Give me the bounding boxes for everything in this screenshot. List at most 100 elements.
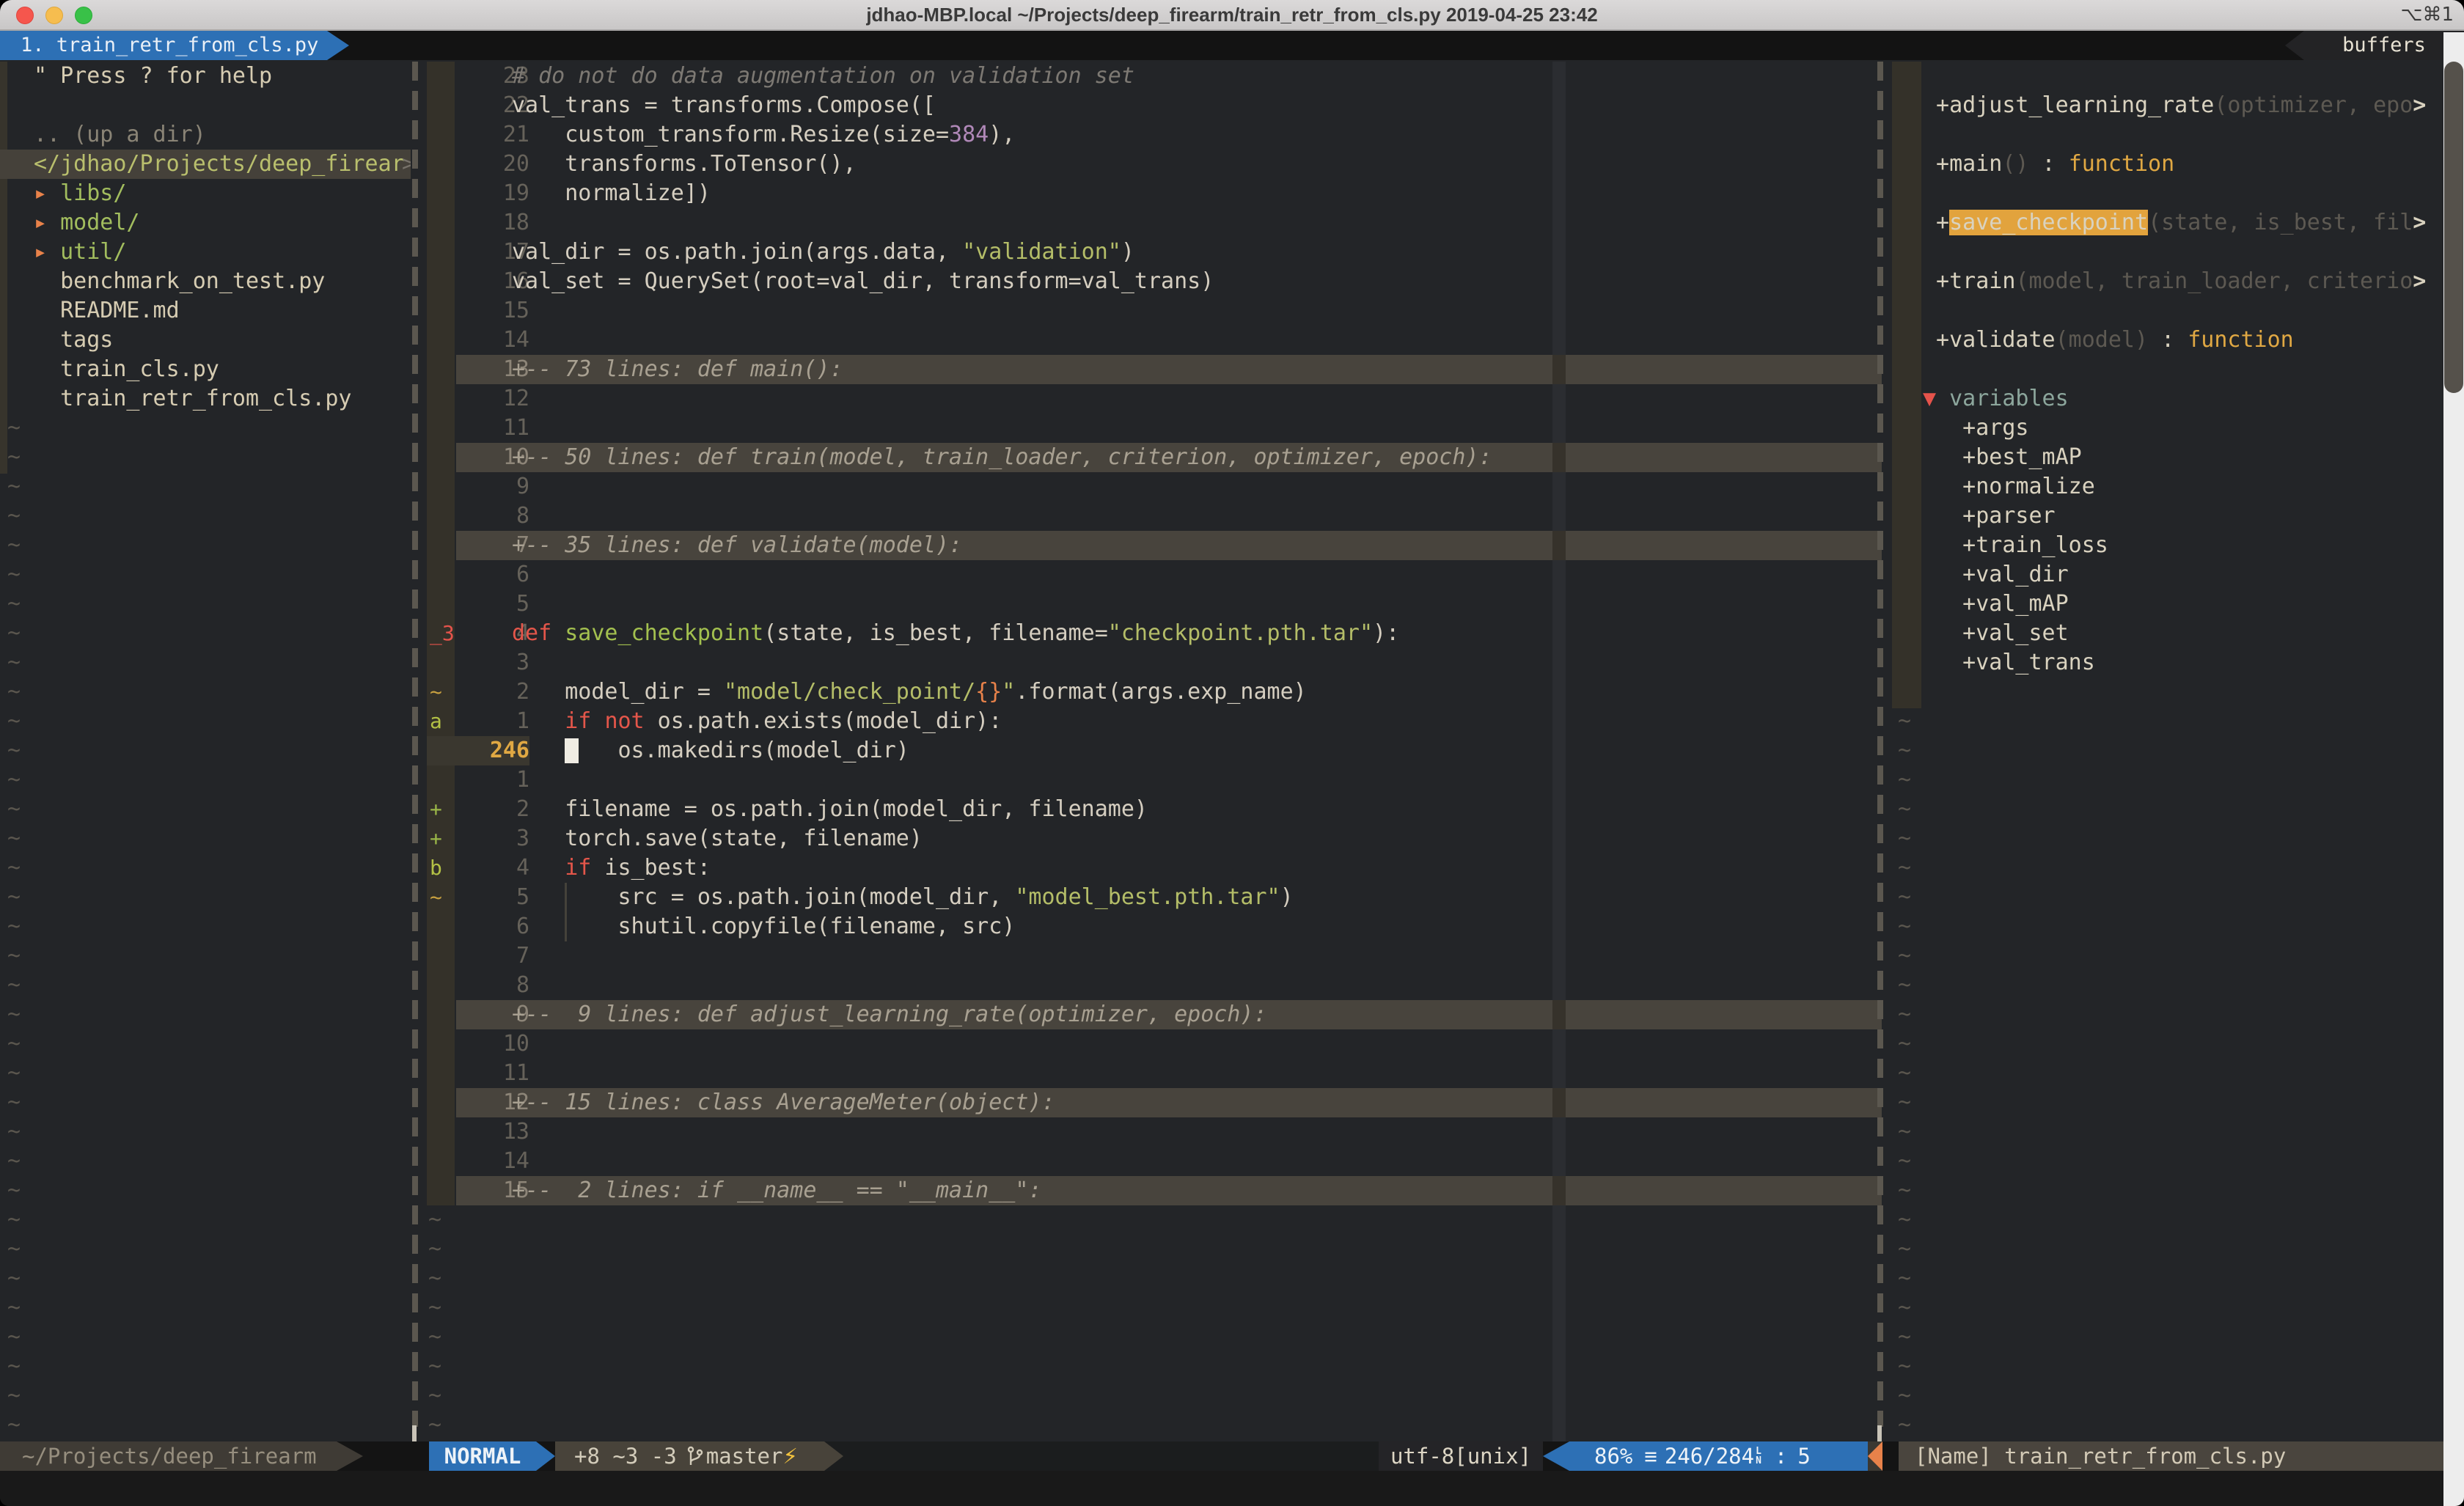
line-number: 11 [456, 1059, 529, 1088]
tabline: 1. train_retr_from_cls.py buffers [0, 31, 2464, 60]
editor-area: " Press ? for help .. (up a dir)</jdhao/P… [0, 60, 2464, 1441]
code-line[interactable]: b4 if is_best: [424, 853, 1882, 883]
empty-line-tilde: ~ [0, 1059, 411, 1088]
tree-item[interactable]: .. (up a dir) [0, 120, 411, 150]
cursor-column: 5 [1797, 1441, 1810, 1471]
fold-line[interactable]: 15+-- 2 lines: if __name__ == "__main__"… [424, 1176, 1882, 1205]
code-line[interactable]: a1 if not os.path.exists(model_dir): [424, 707, 1882, 736]
code-line[interactable]: 14 [424, 326, 1882, 355]
tagbar-item[interactable]: +train_loss [1889, 531, 2443, 560]
code-line[interactable]: 6 [424, 560, 1882, 589]
tagbar-item[interactable]: +parser [1889, 502, 2443, 531]
code-line[interactable]: 20 transforms.ToTensor(), [424, 150, 1882, 179]
tree-root-path[interactable]: </jdhao/Projects/deep_firear> [0, 150, 411, 179]
empty-line-tilde: ~ [1889, 1235, 2443, 1264]
gutter-sign: _3 [430, 619, 455, 648]
code-line[interactable]: 17val_dir = os.path.join(args.data, "val… [424, 238, 1882, 267]
empty-line-tilde: ~ [0, 853, 411, 883]
fold-line[interactable]: 7+-- 35 lines: def validate(model): [424, 531, 1882, 560]
code-line[interactable]: 11 [424, 1059, 1882, 1088]
tagbar-item[interactable]: +validate(model) : function [1889, 326, 2443, 355]
code-line[interactable]: 3 [424, 648, 1882, 677]
tree-item[interactable]: train_retr_from_cls.py [0, 384, 411, 414]
tagbar-search-highlight: save_checkpoint [1949, 210, 2148, 235]
line-number: 11 [456, 414, 529, 443]
code-line[interactable]: ~5 src = os.path.join(model_dir, "model_… [424, 883, 1882, 912]
line-number: 14 [456, 1147, 529, 1176]
tagbar-item[interactable]: +adjust_learning_rate(optimizer, epo> [1889, 91, 2443, 120]
tagbar-item[interactable]: ▼ variables [1889, 384, 2443, 414]
code-line[interactable]: +2 filename = os.path.join(model_dir, fi… [424, 795, 1882, 824]
code-line[interactable]: 5 [424, 589, 1882, 619]
tagbar-item[interactable]: +val_trans [1889, 648, 2443, 677]
fold-line[interactable]: 12+-- 15 lines: class AverageMeter(objec… [424, 1088, 1882, 1117]
code-text: val_trans = transforms.Compose([ [512, 91, 936, 120]
code-line[interactable]: 8 [424, 502, 1882, 531]
code-line[interactable]: 246 os.makedirs(model_dir) [424, 736, 1882, 765]
tagbar-item[interactable]: +val_mAP [1889, 589, 2443, 619]
window-separator-right[interactable] [1877, 62, 1883, 1427]
code-line[interactable]: 10 [424, 1029, 1882, 1059]
tree-item[interactable]: ▸ util/ [0, 238, 411, 267]
code-line[interactable]: 7 [424, 941, 1882, 971]
scrollbar-track[interactable] [2443, 32, 2464, 1506]
code-line[interactable]: 14 [424, 1147, 1882, 1176]
tree-item[interactable]: ▸ libs/ [0, 179, 411, 208]
empty-line-tilde: ~ [0, 1352, 411, 1381]
empty-line-tilde: ~ [1889, 971, 2443, 1000]
code-line[interactable]: 1 [424, 765, 1882, 795]
empty-line-tilde: ~ [0, 1000, 411, 1029]
tagbar-item[interactable]: +train(model, train_loader, criterio> [1889, 267, 2443, 296]
code-line[interactable]: 6 shutil.copyfile(filename, src) [424, 912, 1882, 941]
separator-tick-left [412, 1425, 417, 1441]
code-line[interactable]: 18 [424, 208, 1882, 238]
tagbar-item[interactable]: +val_dir [1889, 560, 2443, 589]
tree-item[interactable]: benchmark_on_test.py [0, 267, 411, 296]
window-separator-left[interactable] [412, 62, 418, 1427]
scroll-percent: 86% [1594, 1441, 1632, 1471]
tree-item[interactable]: train_cls.py [0, 355, 411, 384]
tree-item[interactable]: README.md [0, 296, 411, 326]
code-line[interactable]: +3 torch.save(state, filename) [424, 824, 1882, 853]
code-text: custom_transform.Resize(size=384), [512, 120, 1015, 150]
tab-arrow-separator [327, 31, 349, 60]
code-line[interactable]: 19 normalize]) [424, 179, 1882, 208]
code-line[interactable]: 11 [424, 414, 1882, 443]
tagbar-item[interactable]: +main() : function [1889, 150, 2443, 179]
tree-item[interactable]: " Press ? for help [0, 62, 411, 91]
text-cursor[interactable] [565, 738, 579, 763]
code-line[interactable]: 21 custom_transform.Resize(size=384), [424, 120, 1882, 150]
statusbar-position-segment: 86% ≡ 246/284 LN : 5 [1569, 1441, 1868, 1471]
cursor-position: 246/284 [1665, 1441, 1754, 1471]
tagbar-item[interactable]: +val_set [1889, 619, 2443, 648]
tree-item[interactable]: tags [0, 326, 411, 355]
code-line[interactable]: 15 [424, 296, 1882, 326]
code-line[interactable]: 16val_set = QuerySet(root=val_dir, trans… [424, 267, 1882, 296]
code-line[interactable]: ~2 model_dir = "model/check_point/{}".fo… [424, 677, 1882, 707]
fold-line[interactable]: 13+-- 73 lines: def main(): [424, 355, 1882, 384]
code-line[interactable]: 12 [424, 384, 1882, 414]
truncation-marker: > [2413, 210, 2426, 235]
fold-line[interactable]: 10+-- 50 lines: def train(model, train_l… [424, 443, 1882, 472]
code-line[interactable]: 13 [424, 1117, 1882, 1147]
tagbar-item[interactable]: +save_checkpoint(state, is_best, fil> [1889, 208, 2443, 238]
tree-item[interactable]: ▸ model/ [0, 208, 411, 238]
scrollbar-thumb[interactable] [2444, 62, 2463, 393]
buffers-label[interactable]: buffers [2304, 31, 2464, 60]
empty-line-tilde: ~ [0, 589, 411, 619]
fold-line[interactable]: 9+-- 9 lines: def adjust_learning_rate(o… [424, 1000, 1882, 1029]
tagbar-item[interactable]: +normalize [1889, 472, 2443, 502]
empty-line-tilde: ~ [1889, 853, 2443, 883]
code-text: shutil.copyfile(filename, src) [512, 912, 1015, 941]
colon-separator: : [1775, 1441, 1787, 1471]
tab-active[interactable]: 1. train_retr_from_cls.py [0, 31, 327, 60]
tagbar-item[interactable]: +best_mAP [1889, 443, 2443, 472]
code-line[interactable]: _34def save_checkpoint(state, is_best, f… [424, 619, 1882, 648]
code-line[interactable]: 8 [424, 971, 1882, 1000]
tagbar-item[interactable]: +args [1889, 414, 2443, 443]
command-line[interactable] [0, 1471, 2443, 1506]
code-line[interactable]: 22val_trans = transforms.Compose([ [424, 91, 1882, 120]
code-line[interactable]: 9 [424, 472, 1882, 502]
code-line[interactable]: 23# do not do data augmentation on valid… [424, 62, 1882, 91]
tagbar-blank-line [1889, 355, 2443, 384]
